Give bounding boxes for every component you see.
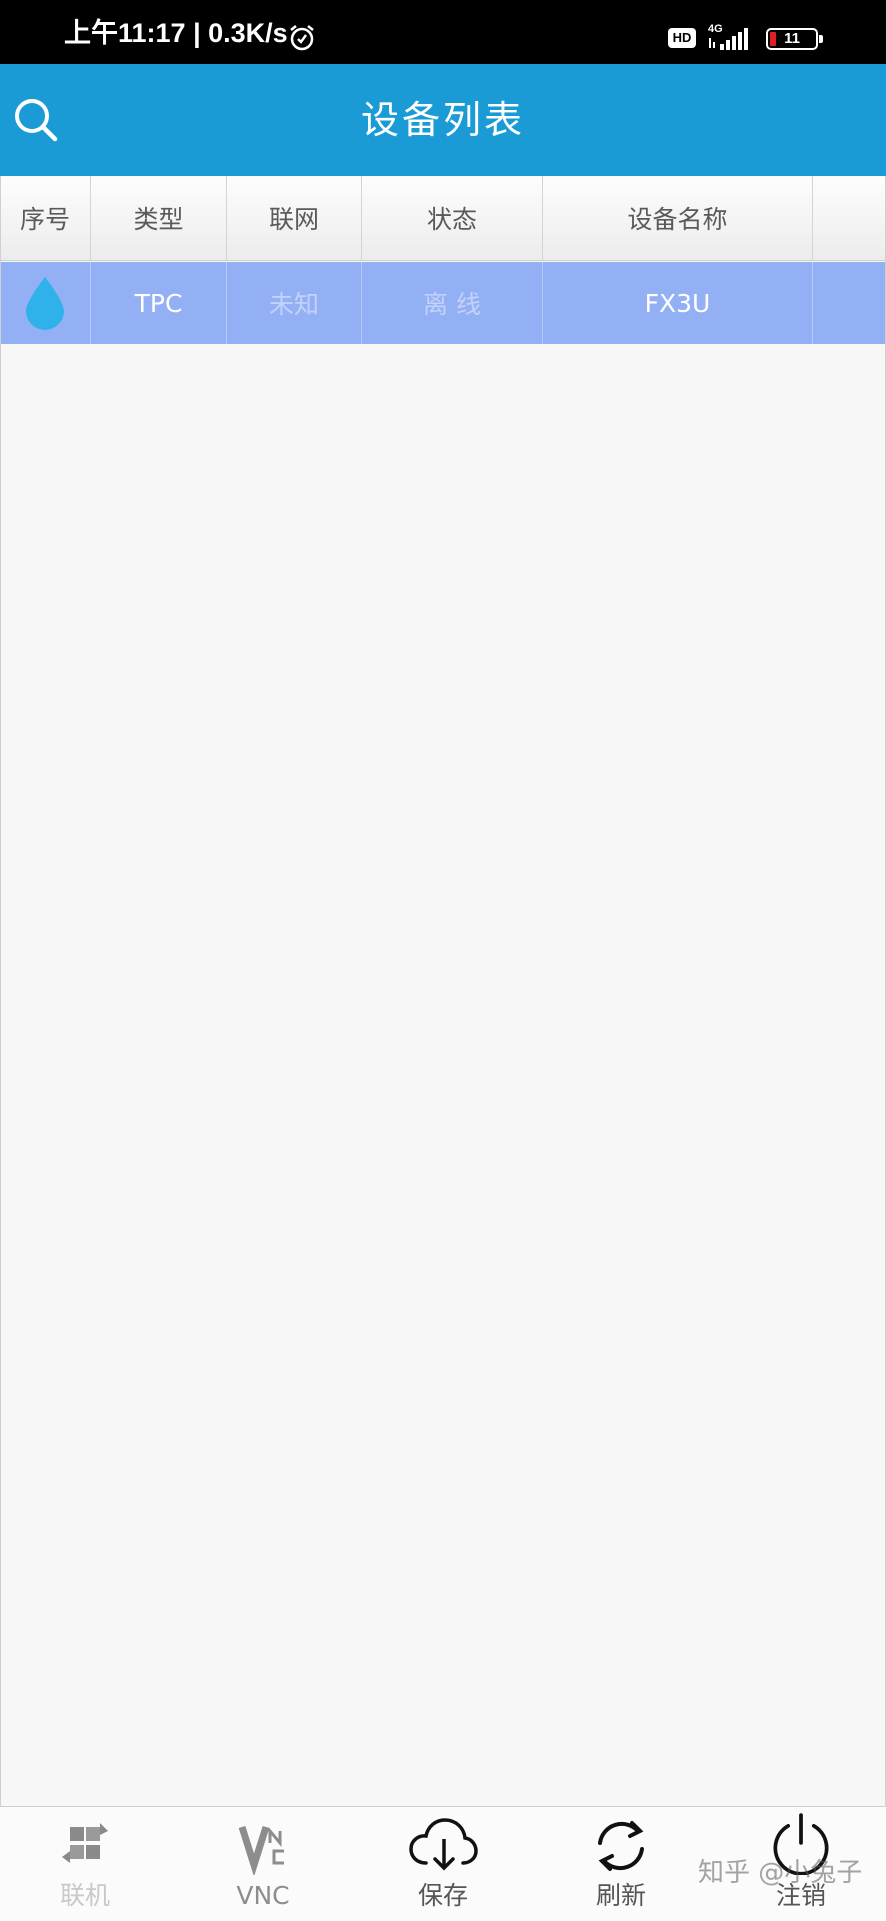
column-header-device-name[interactable]: 设备名称: [543, 176, 813, 260]
battery-level: 11: [784, 30, 800, 47]
connect-label: 联机: [59, 1881, 110, 1910]
connect-icon: [62, 1823, 108, 1863]
row-device-name-cell: FX3U: [543, 262, 813, 344]
save-button[interactable]: 保存: [368, 1807, 518, 1921]
table-row[interactable]: TPC 未知 离 线 FX3U: [0, 262, 886, 344]
refresh-icon: [598, 1821, 644, 1871]
vnc-button[interactable]: VNC: [188, 1807, 338, 1921]
status-bar: 上午11:17 | 0.3K/s HD 4G 11: [0, 0, 886, 64]
hd-icon: HD: [668, 28, 696, 48]
connect-button[interactable]: 联机: [10, 1807, 160, 1921]
save-label: 保存: [417, 1881, 468, 1910]
alarm-icon: [290, 25, 314, 51]
water-drop-icon: [26, 277, 64, 330]
column-header-status[interactable]: 状态: [362, 176, 543, 260]
vnc-icon: [238, 1825, 284, 1875]
refresh-button[interactable]: 刷新: [546, 1807, 696, 1921]
refresh-label: 刷新: [595, 1881, 646, 1910]
column-header-network[interactable]: 联网: [227, 176, 362, 260]
column-header-index[interactable]: 序号: [0, 176, 91, 260]
network-type-label: 4G: [708, 23, 723, 35]
cloud-download-icon: [409, 1818, 478, 1871]
content-left-border: [0, 176, 1, 1806]
row-extra-cell: [813, 262, 886, 344]
signal-icon: 4G: [708, 23, 748, 50]
column-header-extra: [813, 176, 886, 260]
vnc-label: VNC: [236, 1881, 290, 1910]
row-index-cell: [0, 262, 91, 344]
watermark: 知乎 @小兔子: [698, 1858, 863, 1888]
page-title: 设备列表: [360, 98, 525, 142]
battery-icon: 11: [766, 28, 823, 50]
row-status-cell: 离 线: [362, 262, 543, 344]
column-header-type[interactable]: 类型: [91, 176, 227, 260]
row-type-cell: TPC: [91, 262, 227, 344]
row-network-cell: 未知: [227, 262, 362, 344]
status-time: 上午11:17 | 0.3K/s: [64, 18, 288, 48]
table-header: 序号 类型 联网 状态 设备名称: [0, 176, 886, 261]
app-header: 设备列表: [0, 64, 886, 176]
